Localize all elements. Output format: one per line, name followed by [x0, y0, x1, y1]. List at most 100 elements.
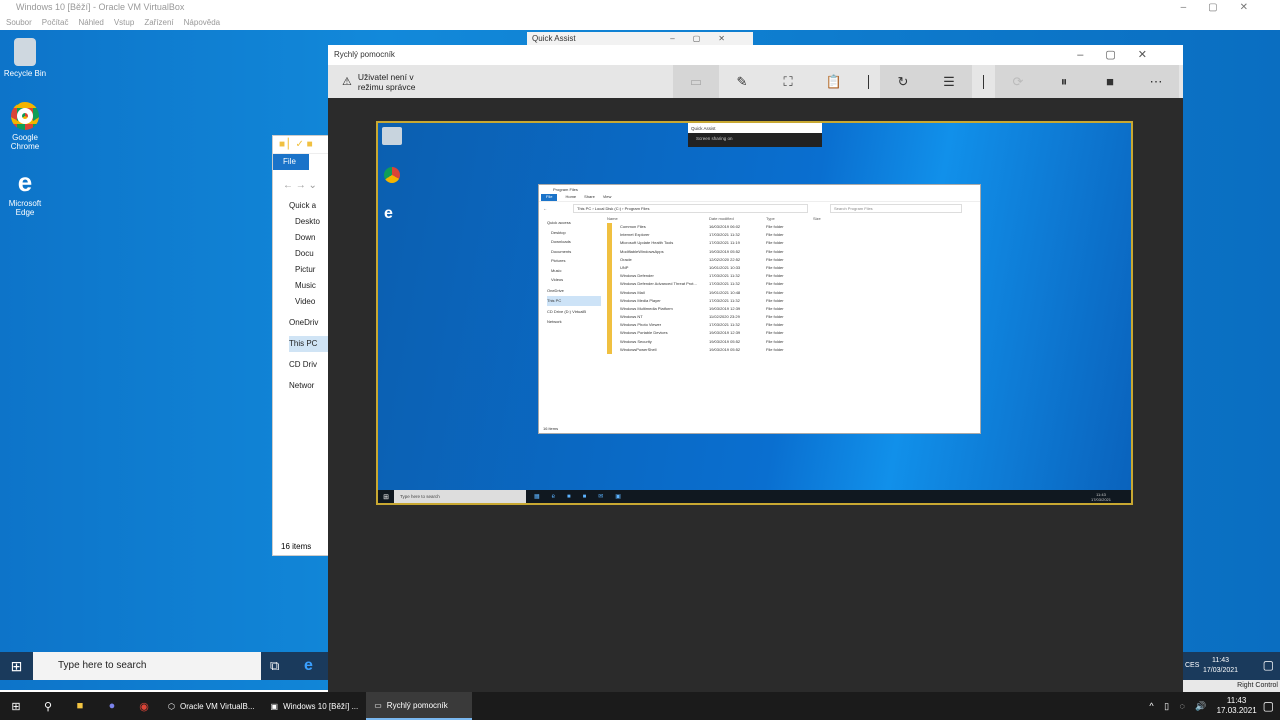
remote-nav-item[interactable]: Quick access	[547, 218, 601, 228]
remote-screen[interactable]: e Quick Assist Screen sharing on Program…	[376, 121, 1133, 505]
remote-file-row[interactable]: Windows Multimedia Platform 19/03/2019 12…	[607, 304, 980, 314]
nav-downloads[interactable]: Down	[289, 230, 331, 246]
remote-file-row[interactable]: Windows Media Player 17/03/2021 11:32 File…	[607, 296, 980, 305]
quick-assist-mini-window[interactable]: Quick Assist –▢✕	[527, 32, 753, 46]
remote-file-row[interactable]: Windows Defender 17/03/2021 11:32 File fol…	[607, 272, 980, 281]
remote-nav-item[interactable]: Downloads	[547, 237, 601, 247]
pause-icon[interactable]: ⏸	[1041, 65, 1087, 98]
remote-tab-share[interactable]: Share	[584, 194, 595, 201]
desktop-icon-recycle-bin[interactable]: Recycle Bin	[0, 38, 50, 78]
stop-icon[interactable]: ■	[1087, 65, 1133, 98]
remote-file-row[interactable]: ModifiableWindowsApps 19/03/2019 05:52 Fil…	[607, 247, 980, 256]
clipboard-icon[interactable]: 📋	[811, 65, 857, 98]
teams-icon[interactable]: ●	[96, 692, 128, 720]
notification-center-icon[interactable]: ▢	[1263, 699, 1274, 713]
remote-file-row[interactable]: Windows Security 19/03/2019 05:52 File fol…	[607, 337, 980, 346]
nav-desktop[interactable]: Deskto	[289, 214, 331, 230]
remote-file-row[interactable]: Windows Photo Viewer 17/03/2021 11:32 File…	[607, 321, 980, 330]
remote-search[interactable]: Type here to search	[394, 490, 526, 503]
remote-file-row[interactable]: Windows Mail 19/01/2021 10:48 File folder	[607, 288, 980, 297]
nav-this-pc[interactable]: This PC	[289, 336, 331, 352]
remote-search-box[interactable]: Search Program Files	[830, 203, 962, 213]
guest-start-icon[interactable]: ⊞	[0, 652, 33, 680]
actual-size-icon[interactable]: ⛶	[765, 65, 811, 98]
edge-taskbar-icon[interactable]: e	[304, 652, 313, 680]
mini-controls[interactable]: –▢✕	[670, 32, 743, 46]
remote-file-row[interactable]: Oracle 12/02/2020 22:52 File folder	[607, 255, 980, 264]
menu-napoveda[interactable]: Nápověda	[184, 15, 220, 30]
file-type: File folder	[766, 346, 784, 352]
remote-file-row[interactable]: WindowsPowerShell 19/03/2019 05:52 File fo…	[607, 345, 980, 354]
remote-address-bar[interactable]: This PC › Local Disk (C:) › Program File…	[573, 203, 808, 213]
remote-nav-item[interactable]: Pictures	[547, 256, 601, 266]
window-title: Windows 10 [Běží] - Oracle VM VirtualBox	[16, 2, 185, 12]
guest-clock: 11:43 17/03/2021	[1203, 657, 1239, 674]
virtualbox-title-bar: Windows 10 [Běží] - Oracle VM VirtualBox…	[0, 0, 1280, 15]
nav-onedrive[interactable]: OneDriv	[289, 315, 331, 331]
remote-tab-home[interactable]: Home	[565, 194, 576, 201]
remote-nav-item[interactable]: CD Drive (D:) VirtualB	[547, 307, 601, 317]
remote-nav-item[interactable]: Videos	[547, 275, 601, 285]
remote-nav-item[interactable]: Network	[547, 317, 601, 327]
reconnect-icon[interactable]: ⟳	[995, 65, 1041, 98]
nav-quick-access[interactable]: Quick a	[289, 198, 331, 214]
menu-nahled[interactable]: Náhled	[78, 15, 103, 30]
remote-file-row[interactable]: Windows Defender Advanced Threat Prot...…	[607, 280, 980, 289]
file-explorer-icon[interactable]: ■	[64, 692, 96, 720]
chrome-taskbar-icon[interactable]: ◉	[128, 692, 160, 720]
menu-pocitac[interactable]: Počítač	[42, 15, 69, 30]
menu-zarizeni[interactable]: Zařízení	[144, 15, 173, 30]
file-type: File folder	[766, 232, 784, 238]
remote-file-row[interactable]: Common Files 16/03/2019 06:02 File folder	[607, 223, 980, 232]
window-controls[interactable]: –▢✕	[1181, 0, 1270, 15]
menu-vstup[interactable]: Vstup	[114, 15, 134, 30]
remote-quick-assist: Quick Assist Screen sharing on	[688, 123, 822, 147]
qa-window-controls[interactable]: –▢✕	[1077, 45, 1169, 65]
warning-icon: ⚠	[342, 76, 352, 88]
separator	[868, 74, 869, 89]
file-date: 17/03/2021 11:19	[709, 240, 740, 246]
remote-nav-item[interactable]: Desktop	[547, 228, 601, 238]
nav-network[interactable]: Networ	[289, 378, 331, 394]
desktop-icon-chrome[interactable]: Google Chrome	[0, 102, 50, 151]
remote-nav-item[interactable]: Music	[547, 266, 601, 276]
remote-back-icon[interactable]: ←	[543, 206, 547, 211]
nav-documents[interactable]: Docu	[289, 246, 331, 262]
edit-icon[interactable]: ✎	[719, 65, 765, 98]
more-icon[interactable]: ⋯	[1133, 65, 1179, 98]
desktop-icon-edge[interactable]: e Microsoft Edge	[0, 168, 50, 217]
taskbar-app-windows10[interactable]: ▣ Windows 10 [Běží] ...	[263, 692, 367, 720]
restart-icon[interactable]: ↻	[880, 65, 926, 98]
nav-videos[interactable]: Video	[289, 294, 331, 310]
remote-file-row[interactable]: Windows Portable Devices 19/03/2019 12:39…	[607, 329, 980, 338]
file-date: 19/03/2019 12:39	[709, 330, 741, 336]
remote-nav-item[interactable]: Documents	[547, 247, 601, 257]
task-view-icon[interactable]: ⧉	[270, 652, 279, 680]
nav-cd-drive[interactable]: CD Driv	[289, 357, 331, 373]
menu-soubor[interactable]: Soubor	[6, 15, 32, 30]
remote-file-row[interactable]: Internet Explorer 17/03/2021 11:32 File fo…	[607, 231, 980, 240]
notification-icon[interactable]: ▢	[1263, 658, 1274, 672]
remote-taskbar-icons[interactable]: ▦e■■✉▣	[534, 493, 633, 500]
remote-file-row[interactable]: Windows NT 11/02/2020 23:29 File folder	[607, 313, 980, 322]
nav-arrows[interactable]: ← → ⌄	[273, 170, 331, 198]
nav-pictures[interactable]: Pictur	[289, 262, 331, 278]
remote-start-icon[interactable]: ⊞	[378, 493, 394, 501]
guest-search-box[interactable]: Type here to search	[33, 652, 261, 680]
remote-nav-item[interactable]: This PC	[547, 296, 601, 306]
remote-nav-item[interactable]: OneDrive	[547, 286, 601, 296]
taskbar-app-virtualbox[interactable]: ⬡ Oracle VM VirtualB...	[160, 692, 263, 720]
tab-file[interactable]: File	[273, 154, 309, 170]
folder-icon: ■ ▏✓ ■	[273, 136, 331, 154]
taskbar-app-quick-assist[interactable]: ▭ Rychlý pomocník	[366, 692, 473, 720]
remote-file-row[interactable]: Microsoft Update Health Tools 17/03/2021 …	[607, 239, 980, 248]
tray-icons[interactable]: ^ ▯ ◌ 🔊	[1149, 701, 1210, 712]
nav-music[interactable]: Music	[289, 278, 331, 294]
search-icon[interactable]: ⚲	[32, 692, 64, 720]
remote-tab-file[interactable]: File	[541, 194, 558, 201]
start-icon[interactable]: ⊞	[0, 692, 32, 720]
remote-file-row[interactable]: UNP 10/01/2021 10:33 File folder	[607, 263, 980, 273]
task-manager-icon[interactable]: ☰	[926, 65, 972, 98]
remote-tab-view[interactable]: View	[603, 194, 612, 201]
annotate-button[interactable]: ▭	[673, 65, 719, 98]
